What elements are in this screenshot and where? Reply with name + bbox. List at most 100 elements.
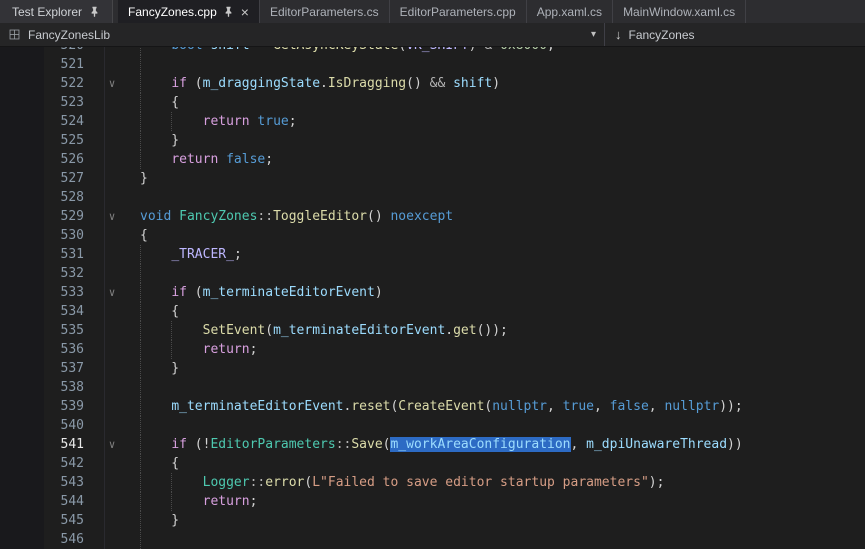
code-token: ; — [289, 114, 297, 129]
tab-test-explorer[interactable]: Test Explorer — [0, 0, 113, 23]
code-line[interactable]: 530{ — [0, 226, 865, 245]
code-line[interactable]: 545 } — [0, 511, 865, 530]
project-icon — [8, 28, 21, 41]
code-line[interactable]: 521 — [0, 55, 865, 74]
fold-spacer — [84, 511, 140, 530]
code-line[interactable]: 533∨ if (m_terminateEditorEvent) — [0, 283, 865, 302]
indent-guide — [171, 321, 172, 340]
line-number: 544 — [0, 492, 84, 511]
code-text: if (m_draggingState.IsDragging() && shif… — [140, 74, 865, 93]
code-line[interactable]: 531 _TRACER_; — [0, 245, 865, 264]
member-dropdown[interactable]: ↓ FancyZones — [605, 23, 705, 46]
code-line[interactable]: 525 } — [0, 131, 865, 150]
fold-spacer — [84, 264, 140, 283]
code-token: ; — [250, 494, 258, 509]
code-token: nullptr — [492, 399, 547, 414]
tab-editorparameters-cpp[interactable]: EditorParameters.cpp — [390, 0, 527, 23]
code-editor[interactable]: 520 bool shift = GetAsyncKeyState(VK_SHI… — [0, 47, 865, 549]
fold-chevron-icon[interactable]: ∨ — [84, 74, 140, 93]
code-line[interactable]: 520 bool shift = GetAsyncKeyState(VK_SHI… — [0, 47, 865, 55]
fold-chevron-icon[interactable]: ∨ — [84, 435, 140, 454]
code-text: void FancyZones::ToggleEditor() noexcept — [140, 207, 865, 226]
chevron-down-icon[interactable]: ▾ — [591, 29, 596, 40]
code-token: ToggleEditor — [273, 209, 367, 224]
code-token: (! — [187, 437, 210, 452]
fold-spacer — [84, 302, 140, 321]
tab-editorparameters-cs[interactable]: EditorParameters.cs — [260, 0, 390, 23]
code-token: if — [171, 76, 187, 91]
pin-icon[interactable] — [223, 6, 234, 17]
code-line[interactable]: 529∨void FancyZones::ToggleEditor() noex… — [0, 207, 865, 226]
code-line[interactable]: 540 — [0, 416, 865, 435]
code-line[interactable]: 524 return true; — [0, 112, 865, 131]
tab-mainwindow-xaml-cs[interactable]: MainWindow.xaml.cs — [613, 0, 746, 23]
code-token: GetAsyncKeyState — [273, 47, 398, 53]
code-line[interactable]: 528 — [0, 188, 865, 207]
fold-spacer — [84, 188, 140, 207]
code-token: Save — [351, 437, 382, 452]
code-line[interactable]: 544 return; — [0, 492, 865, 511]
line-number: 542 — [0, 454, 84, 473]
indent-guide — [140, 93, 141, 112]
indent-guide — [140, 150, 141, 169]
indent-guide — [171, 473, 172, 492]
code-token: m_terminateEditorEvent — [273, 323, 445, 338]
code-line[interactable]: 522∨ if (m_draggingState.IsDragging() &&… — [0, 74, 865, 93]
code-line[interactable]: 543 Logger::error(L"Failed to save edito… — [0, 473, 865, 492]
tab-fancyzones-cpp[interactable]: FancyZones.cpp× — [118, 0, 260, 23]
code-line[interactable]: 539 m_terminateEditorEvent.reset(CreateE… — [0, 397, 865, 416]
code-token: EditorParameters — [210, 437, 335, 452]
indent-guide — [140, 340, 141, 359]
code-token: CreateEvent — [398, 399, 484, 414]
code-line[interactable]: 526 return false; — [0, 150, 865, 169]
tab-app-xaml-cs[interactable]: App.xaml.cs — [527, 0, 613, 23]
code-token: )); — [719, 399, 742, 414]
code-line[interactable]: 537 } — [0, 359, 865, 378]
pin-icon[interactable] — [89, 6, 100, 17]
fold-spacer — [84, 150, 140, 169]
code-token: Logger — [203, 475, 250, 490]
code-line[interactable]: 535 SetEvent(m_terminateEditorEvent.get(… — [0, 321, 865, 340]
member-dropdown-label: FancyZones — [629, 28, 695, 42]
code-token: return — [203, 342, 250, 357]
close-icon[interactable]: × — [241, 5, 249, 19]
fold-chevron-icon[interactable]: ∨ — [84, 283, 140, 302]
code-line[interactable]: 523 { — [0, 93, 865, 112]
code-line[interactable]: 542 { — [0, 454, 865, 473]
fold-chevron-icon[interactable]: ∨ — [84, 207, 140, 226]
indent-guide — [140, 435, 141, 454]
code-line[interactable]: 527} — [0, 169, 865, 188]
fold-spacer — [84, 226, 140, 245]
tab-label: EditorParameters.cs — [270, 5, 379, 19]
code-token: m_dpiUnawareThread — [586, 437, 727, 452]
code-line[interactable]: 541∨ if (!EditorParameters::Save(m_workA… — [0, 435, 865, 454]
line-number: 528 — [0, 188, 84, 207]
code-token: :: — [257, 209, 273, 224]
code-token: } — [140, 133, 179, 148]
code-line[interactable]: 532 — [0, 264, 865, 283]
project-dropdown[interactable]: FancyZonesLib ▾ — [0, 23, 604, 46]
code-token — [218, 152, 226, 167]
fold-spacer — [84, 359, 140, 378]
vs-window: Test Explorer FancyZones.cpp× EditorParam… — [0, 0, 865, 549]
project-dropdown-label: FancyZonesLib — [28, 28, 584, 42]
line-number: 524 — [0, 112, 84, 131]
code-text — [140, 55, 865, 74]
code-line[interactable]: 536 return; — [0, 340, 865, 359]
code-token: SetEvent — [203, 323, 266, 338]
code-line[interactable]: 546 — [0, 530, 865, 549]
code-token: :: — [336, 437, 352, 452]
code-token: { — [140, 228, 148, 243]
code-token: m_terminateEditorEvent — [171, 399, 343, 414]
code-token: } — [140, 361, 179, 376]
line-number: 526 — [0, 150, 84, 169]
code-token: true — [257, 114, 288, 129]
code-line[interactable]: 534 { — [0, 302, 865, 321]
code-token: , — [649, 399, 665, 414]
indent-guide — [140, 492, 141, 511]
code-token: , — [594, 399, 610, 414]
indent-guide — [140, 55, 141, 74]
code-line[interactable]: 538 — [0, 378, 865, 397]
code-token — [140, 76, 171, 91]
code-token: . — [320, 76, 328, 91]
